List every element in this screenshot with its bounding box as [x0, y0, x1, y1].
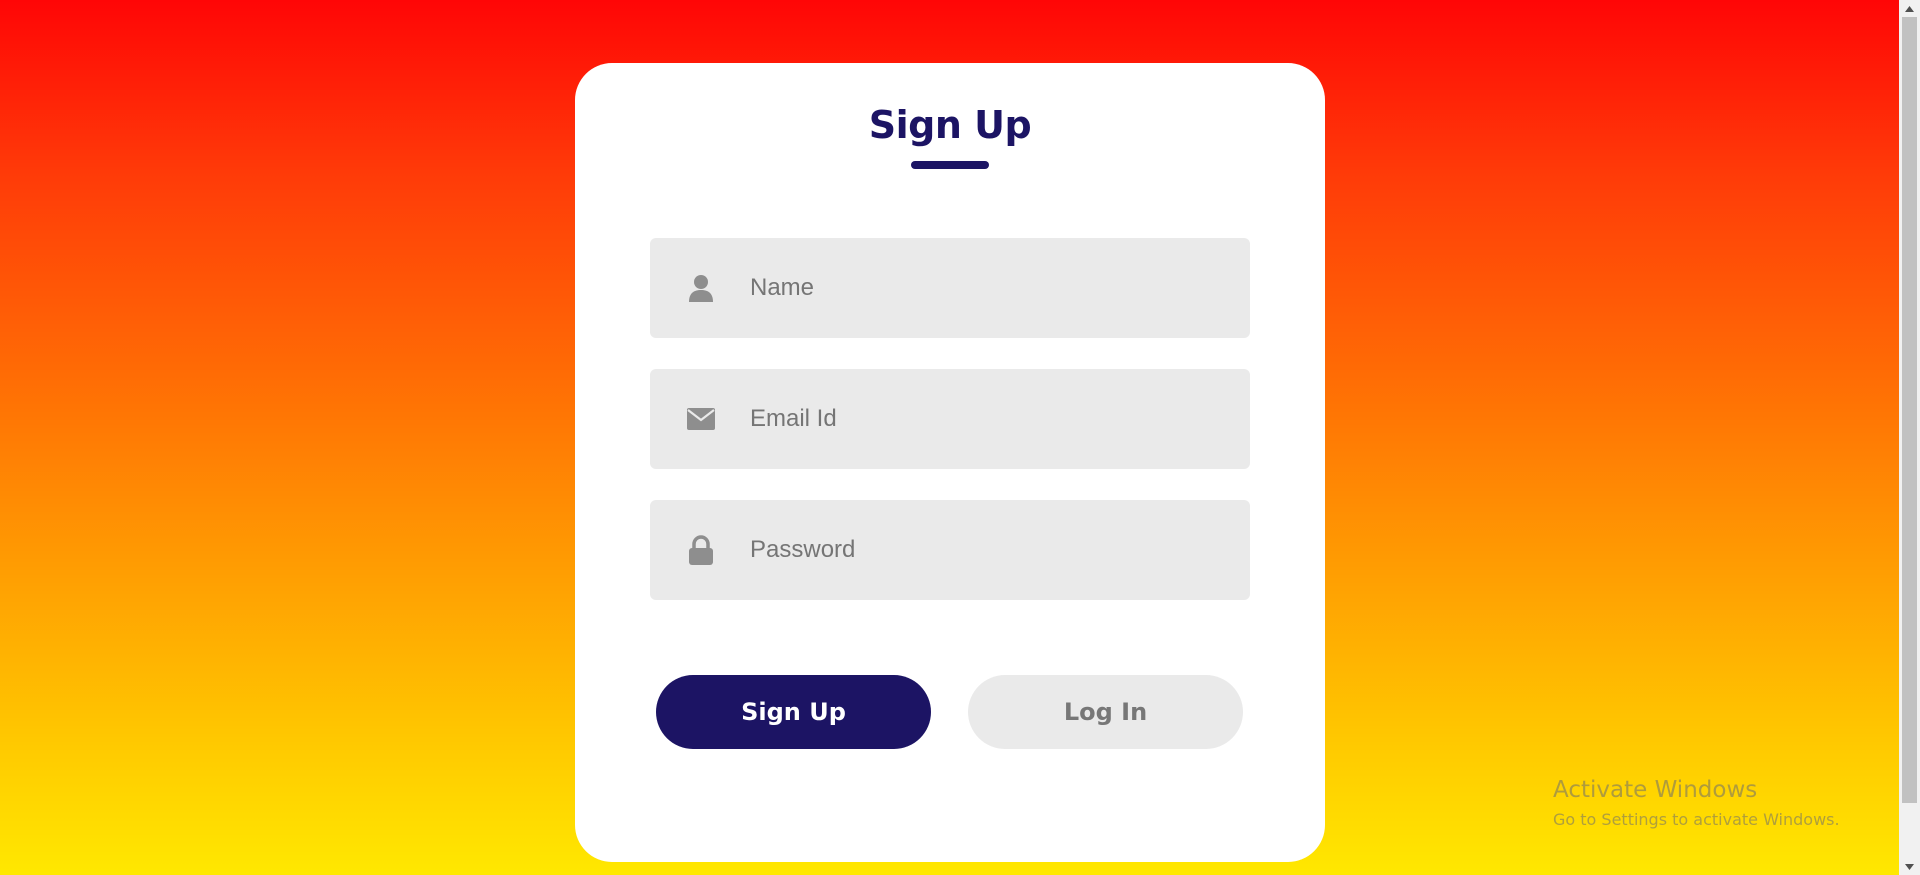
watermark-subtitle: Go to Settings to activate Windows.: [1553, 810, 1840, 829]
email-field[interactable]: [650, 369, 1250, 469]
watermark-title: Activate Windows: [1553, 777, 1758, 803]
signup-card: Sign Up Name Email Id Sign Up Log In: [575, 63, 1325, 862]
lock-icon: [686, 534, 716, 566]
activate-windows-watermark: Activate Windows Go to Settings to activ…: [1553, 775, 1840, 831]
password-input[interactable]: [750, 500, 1230, 600]
vertical-scrollbar[interactable]: [1899, 0, 1920, 875]
email-input[interactable]: [750, 369, 1230, 469]
password-field[interactable]: [650, 500, 1250, 600]
page: Sign Up Name Email Id Sign Up Log In Act…: [0, 0, 1899, 875]
signup-button[interactable]: Sign Up: [656, 675, 931, 749]
scroll-thumb[interactable]: [1902, 17, 1917, 803]
scroll-up-arrow-icon[interactable]: [1899, 0, 1920, 17]
envelope-icon: [686, 403, 716, 435]
user-icon: [686, 272, 716, 304]
login-button[interactable]: Log In: [968, 675, 1243, 749]
name-field[interactable]: [650, 238, 1250, 338]
title-underline: [911, 161, 989, 169]
form-title: Sign Up: [868, 103, 1032, 147]
scroll-down-arrow-icon[interactable]: [1899, 858, 1920, 875]
name-input[interactable]: [750, 238, 1230, 338]
